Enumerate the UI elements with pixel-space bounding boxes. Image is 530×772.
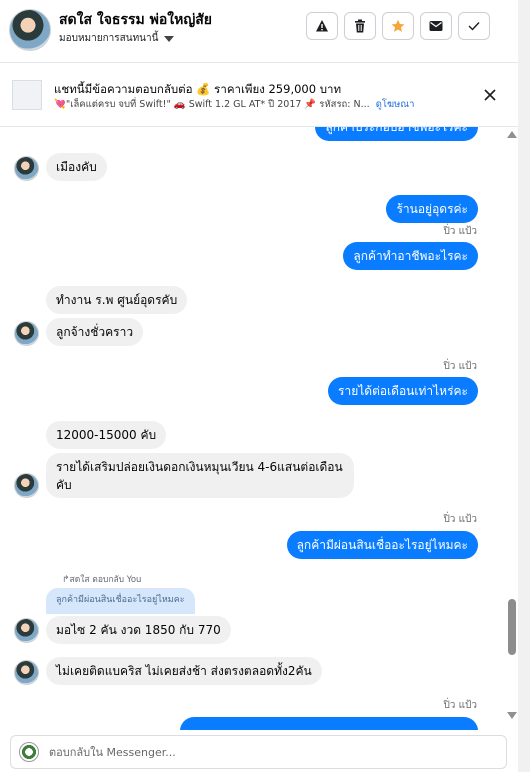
outgoing-message[interactable]: ลูกค้าประกอบอาชีพอะไรคะ [315, 127, 478, 141]
outgoing-message[interactable]: ลูกค้าทำอาชีพอะไรคะ [343, 242, 478, 270]
ad-detail-line: 💘"เล็คแต่ครบ จบที่ Swift!" 🚗 Swift 1.2 G… [54, 97, 414, 112]
assign-conversation-dropdown[interactable]: มอบหมายการสนทนานี้ [59, 31, 175, 46]
message-line: คับ [56, 478, 72, 492]
page-avatar [19, 742, 39, 762]
outgoing-message[interactable]: ร้านอยู่อุดรค่ะ [386, 195, 478, 223]
reply-input[interactable] [49, 740, 489, 764]
ad-detail: 💘"เล็คแต่ครบ จบที่ Swift!" 🚗 Swift 1.2 G… [54, 99, 370, 110]
contact-avatar-small[interactable] [14, 321, 39, 346]
incoming-message[interactable]: 12000-15000 คับ [46, 421, 167, 449]
scroll-thumb[interactable] [508, 599, 516, 655]
contact-avatar-small[interactable] [14, 660, 39, 685]
outgoing-message[interactable]: รายได้ต่อเดือนเท่าไหร่คะ [328, 377, 478, 405]
reply-quote[interactable]: ลูกค้ามีผ่อนสินเชื่ออะไรอยู่ไหมคะ [46, 588, 195, 614]
mail-icon [429, 21, 443, 31]
scroll-up-arrow-icon[interactable] [507, 131, 517, 138]
window-scrollbar[interactable] [518, 0, 530, 772]
ad-thumbnail[interactable] [12, 80, 42, 110]
assign-label: มอบหมายการสนทนานี้ [59, 33, 159, 44]
incoming-message[interactable]: มอไซ 2 คัน งวด 1850 กับ 770 [46, 616, 231, 644]
view-ad-link[interactable]: ดูโฆษณา [376, 99, 415, 110]
check-icon [468, 22, 480, 31]
contact-avatar-small[interactable] [14, 473, 39, 498]
thread-scrollbar[interactable] [506, 127, 518, 730]
reply-label-text: สดใส ตอบกลับ You [69, 575, 142, 585]
delete-button[interactable] [344, 12, 376, 40]
message-line: รายได้เสริมปล่อยเงินดอกเงินหมุนเวียน 4-6… [56, 460, 343, 474]
sender-name: ปิ่ว แป้ว [443, 700, 477, 711]
contact-avatar-small[interactable] [14, 618, 39, 643]
mark-unread-button[interactable] [420, 12, 452, 40]
star-icon [391, 19, 405, 32]
incoming-message[interactable]: เมืองคับ [46, 153, 107, 181]
trash-icon [355, 19, 365, 33]
message-thread[interactable]: ลูกค้าประกอบอาชีพอะไรคะ เมืองคับ ร้านอยู… [0, 127, 518, 730]
sender-name: ปิ่ว แป้ว [443, 514, 477, 525]
contact-avatar-small[interactable] [14, 156, 39, 181]
warning-icon [316, 20, 328, 32]
sender-name: ปิ่ว แป้ว [443, 361, 477, 372]
close-icon[interactable] [483, 88, 497, 102]
contact-name[interactable]: สดใส ใจธรรม พ่อใหญ่สัย [59, 9, 212, 31]
incoming-message-multiline[interactable]: รายได้เสริมปล่อยเงินดอกเงินหมุนเวียน 4-6… [46, 453, 354, 498]
report-button[interactable] [306, 12, 338, 40]
incoming-message[interactable]: ลูกจ้างชั่วคราว [46, 318, 144, 346]
star-button[interactable] [382, 12, 414, 40]
incoming-message[interactable]: ทำงาน ร.พ ศูนย์อุดรคับ [46, 286, 188, 314]
scroll-down-arrow-icon[interactable] [507, 712, 517, 719]
conversation-header: สดใส ใจธรรม พ่อใหญ่สัย มอบหมายการสนทนานี… [0, 0, 518, 63]
chevron-down-icon [164, 35, 175, 42]
reply-label: ↱สดใส ตอบกลับ You [62, 572, 141, 586]
ad-context-banner: แชทนี้มีข้อความตอบกลับต่อ 💰 ราคาเพียง 25… [0, 63, 518, 127]
reply-composer [10, 735, 507, 769]
outgoing-message[interactable]: ลูกค้ามีผ่อนสินเชื่ออะไรอยู่ไหมคะ [286, 531, 478, 559]
contact-avatar[interactable] [9, 9, 51, 51]
outgoing-message-partial[interactable] [180, 717, 478, 730]
incoming-message[interactable]: ไม่เคยติดแบคริส ไม่เคยส่งช้า ส่งตรงตลอดท… [46, 657, 322, 685]
reply-arrow-icon: ↱ [62, 575, 70, 585]
done-button[interactable] [458, 12, 490, 40]
sender-name: ปิ่ว แป้ว [443, 226, 477, 237]
